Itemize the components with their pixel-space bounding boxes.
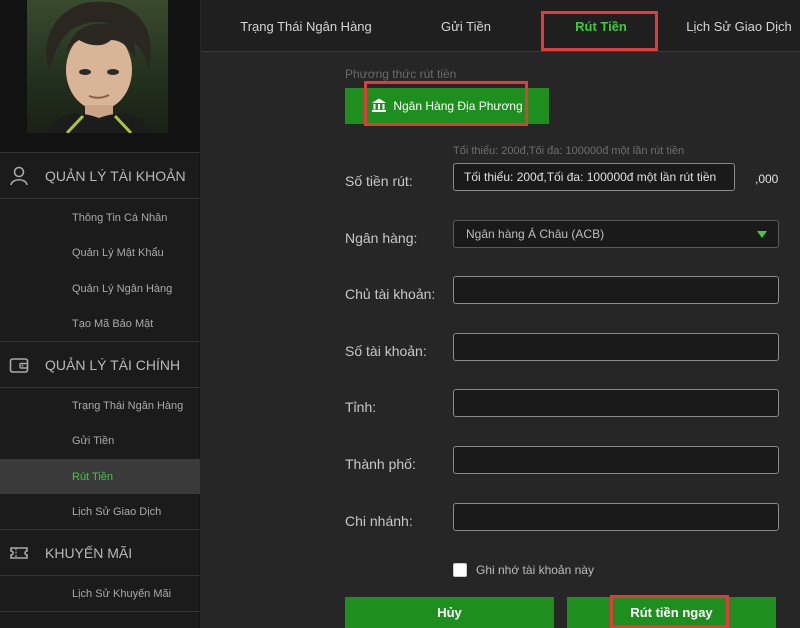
city-input[interactable]: [453, 446, 779, 474]
tab-withdraw[interactable]: Rút Tiền: [544, 0, 658, 52]
sidebar-section-label: KHUYẾN MÃI: [45, 544, 133, 561]
sidebar-divider: [0, 611, 200, 612]
bank-icon: [371, 97, 387, 116]
user-icon: [9, 166, 29, 186]
province-input[interactable]: [453, 389, 779, 417]
sidebar-item-bank-management[interactable]: Quản Lý Ngân Hàng: [0, 271, 200, 306]
tab-bar: Trạng Thái Ngân Hàng Gửi Tiền Rút Tiền L…: [201, 0, 800, 52]
bank-label: Ngân hàng:: [345, 230, 418, 246]
tab-transaction-history[interactable]: Lịch Sử Giao Dịch: [679, 0, 799, 52]
sidebar-item-security-code[interactable]: Tạo Mã Bảo Mật: [0, 306, 200, 341]
cancel-button[interactable]: Hủy: [345, 597, 554, 628]
avatar[interactable]: [27, 0, 168, 133]
sidebar-section-finance[interactable]: QUẢN LÝ TÀI CHÍNH: [0, 341, 200, 388]
sidebar-item-promo-history[interactable]: Lịch Sử Khuyến Mãi: [0, 576, 200, 611]
remember-account[interactable]: Ghi nhớ tài khoản này: [453, 563, 594, 577]
sidebar-section-label: QUẢN LÝ TÀI CHÍNH: [45, 356, 181, 373]
dropdown-arrow-icon: [757, 231, 767, 238]
ticket-icon: [9, 543, 29, 563]
city-label: Thành phố:: [345, 456, 416, 472]
sidebar-item-deposit[interactable]: Gửi Tiền: [0, 423, 200, 458]
amount-label: Số tiền rút:: [345, 173, 413, 189]
wallet-icon: [9, 355, 29, 375]
sidebar-item-bank-status[interactable]: Trạng Thái Ngân Hàng: [0, 388, 200, 423]
province-label: Tỉnh:: [345, 399, 377, 415]
remember-checkbox[interactable]: [453, 563, 467, 577]
amount-input[interactable]: [453, 163, 735, 191]
avatar-area: [0, 0, 200, 152]
withdraw-now-button[interactable]: Rút tiền ngay: [567, 597, 776, 628]
amount-hint: Tối thiểu: 200đ,Tối đa: 100000đ một lần …: [453, 145, 685, 157]
amount-suffix: ,000: [755, 172, 779, 186]
sidebar-item-withdraw[interactable]: Rút Tiền: [0, 459, 200, 494]
account-number-input[interactable]: [453, 333, 779, 361]
withdraw-method-label: Phương thức rút tiền: [345, 67, 457, 81]
tab-bank-status[interactable]: Trạng Thái Ngân Hàng: [231, 0, 381, 52]
branch-label: Chi nhánh:: [345, 513, 413, 529]
sidebar-section-account[interactable]: QUẢN LÝ TÀI KHOẢN: [0, 152, 200, 199]
bank-select-value: Ngân hàng Á Châu (ACB): [466, 227, 605, 241]
account-holder-input[interactable]: [453, 276, 779, 304]
account-number-label: Số tài khoản:: [345, 343, 427, 359]
branch-input[interactable]: [453, 503, 779, 531]
remember-label: Ghi nhớ tài khoản này: [476, 563, 594, 577]
sidebar-section-promotion[interactable]: KHUYẾN MÃI: [0, 529, 200, 576]
sidebar-section-label: QUẢN LÝ TÀI KHOẢN: [45, 167, 186, 184]
sidebar-item-personal-info[interactable]: Thông Tin Cá Nhân: [0, 200, 200, 235]
account-holder-label: Chủ tài khoản:: [345, 286, 436, 302]
sidebar-item-transaction-history[interactable]: Lịch Sử Giao Dịch: [0, 494, 200, 529]
local-bank-method-button[interactable]: Ngân Hàng Địa Phương: [345, 88, 549, 124]
sidebar: QUẢN LÝ TÀI KHOẢN Thông Tin Cá Nhân Quản…: [0, 0, 200, 628]
sidebar-item-password[interactable]: Quản Lý Mật Khẩu: [0, 235, 200, 270]
bank-select[interactable]: Ngân hàng Á Châu (ACB): [453, 220, 779, 248]
tab-deposit[interactable]: Gửi Tiền: [421, 0, 511, 52]
local-bank-method-label: Ngân Hàng Địa Phương: [393, 99, 523, 113]
